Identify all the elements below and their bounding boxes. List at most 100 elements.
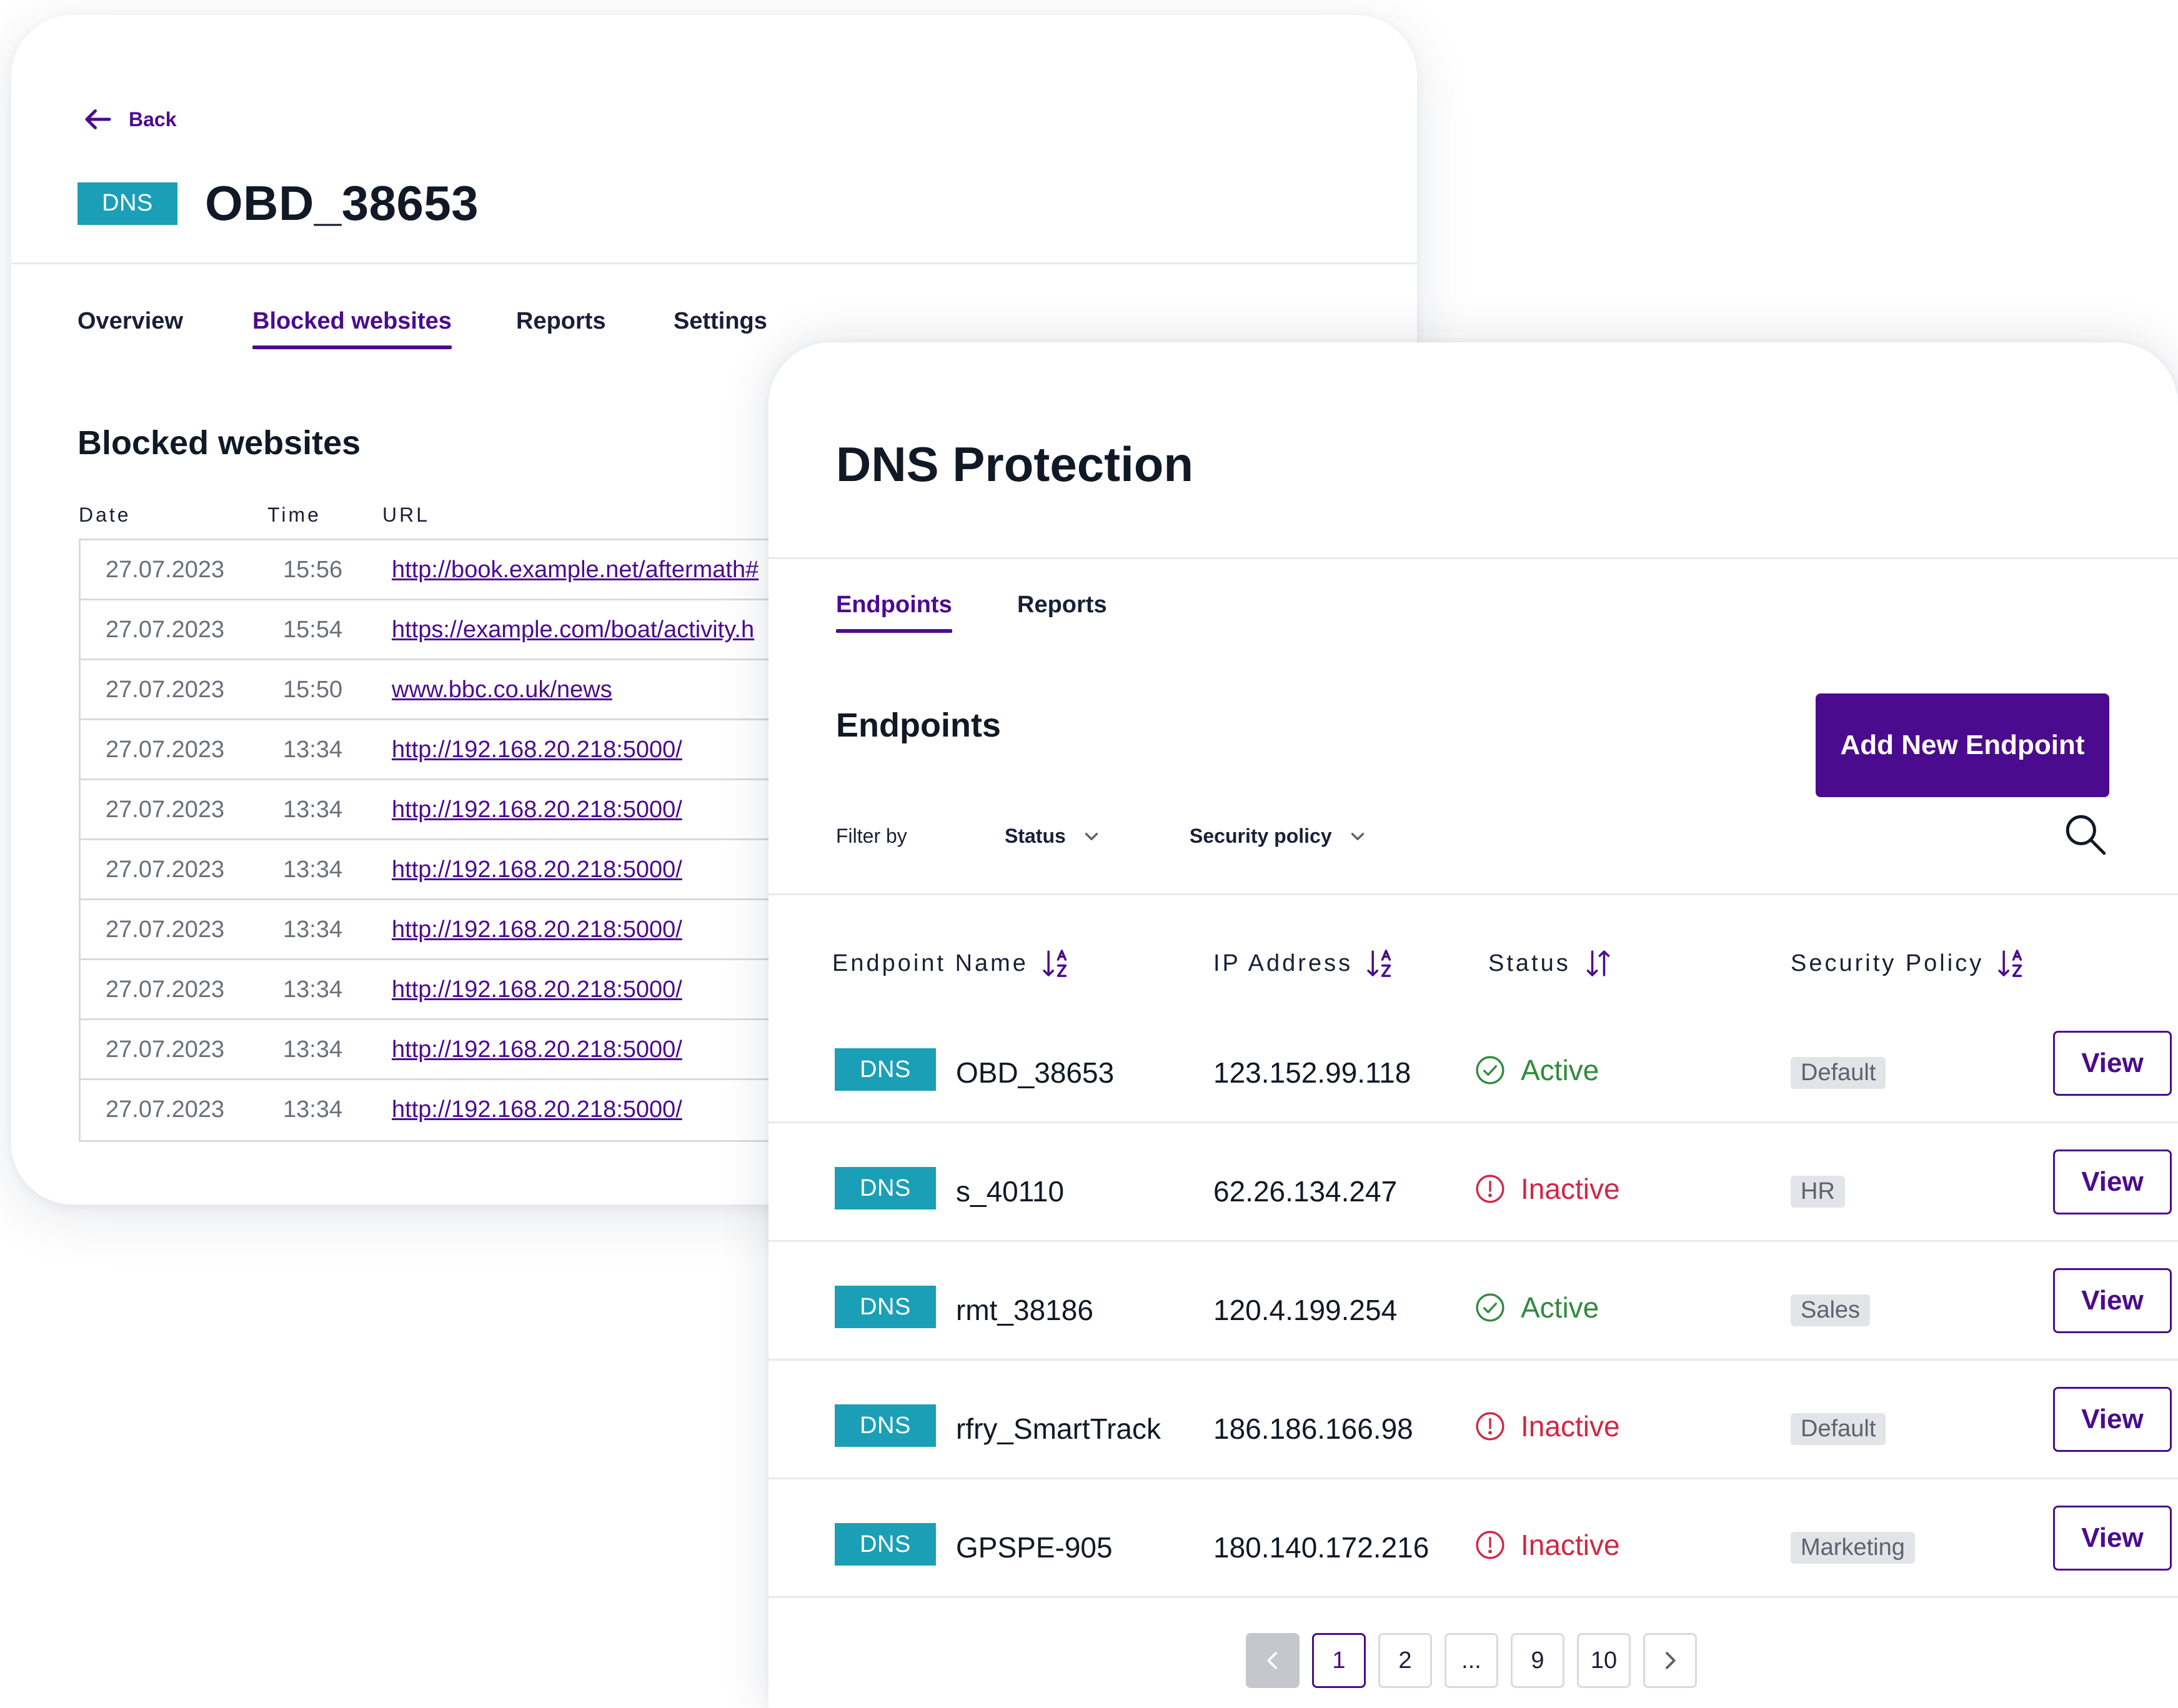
status-filter-label: Status [1005,825,1066,847]
view-button[interactable]: View [2053,1149,2172,1214]
security-policy-filter-label: Security policy [1190,825,1332,847]
status-label: Inactive [1521,1529,1620,1561]
row-date: 27.07.2023 [106,557,225,583]
table-divider [768,893,2178,895]
table-row: 27.07.2023 13:34 http://192.168.20.218:5… [81,840,866,900]
endpoint-name: OBD_38653 [956,1056,1115,1089]
status-cell: Active [1474,1291,1599,1324]
pagination-page-button[interactable]: 2 [1378,1633,1432,1688]
endpoint-ip: 186.186.166.98 [1213,1413,1413,1445]
row-time: 13:34 [283,916,343,943]
table-row: 27.07.2023 13:34 http://192.168.20.218:5… [81,960,866,1020]
row-date: 27.07.2023 [106,1096,225,1123]
back-link[interactable]: Back [81,102,177,136]
row-date: 27.07.2023 [106,677,225,703]
status-cell: Inactive [1474,1409,1620,1443]
row-url-link[interactable]: http://192.168.20.218:5000/ [392,1036,682,1063]
row-time: 13:34 [283,976,343,1003]
chevron-left-icon [1267,1652,1277,1669]
pagination-next-button[interactable] [1643,1633,1697,1688]
arrow-left-icon [85,109,111,129]
table-row: 27.07.2023 13:34 http://192.168.20.218:5… [81,900,866,960]
row-url-link[interactable]: http://192.168.20.218:5000/ [392,976,682,1003]
check-circle-icon [1476,1056,1504,1085]
status-filter-dropdown[interactable]: Status [1005,825,1102,848]
column-header-ip-address[interactable]: IP Address [1213,947,1395,980]
page-title-row: DNS OBD_38653 [77,175,479,232]
tab-reports[interactable]: Reports [1017,592,1107,618]
security-policy-tag: Default [1791,1413,1886,1445]
row-url-link[interactable]: http://192.168.20.218:5000/ [392,797,682,823]
security-policy-tag: Default [1791,1057,1886,1089]
dns-badge: DNS [835,1286,936,1328]
table-row: DNS GPSPE-905 180.140.172.216 Inactive M… [768,1479,2178,1598]
view-button[interactable]: View [2053,1268,2172,1333]
security-policy-filter-dropdown[interactable]: Security policy [1190,825,1368,848]
tab-settings[interactable]: Settings [674,308,767,335]
column-header-label: IP Address [1213,950,1353,976]
endpoint-ip: 180.140.172.216 [1213,1531,1430,1564]
tab-reports[interactable]: Reports [516,308,606,335]
row-url-link[interactable]: www.bbc.co.uk/news [392,677,612,703]
chevron-down-icon [1085,832,1098,840]
dns-badge: DNS [835,1048,936,1091]
security-policy-tag: Marketing [1791,1532,1915,1564]
search-icon[interactable] [2062,811,2108,857]
status-cell: Active [1474,1053,1599,1087]
status-label: Inactive [1521,1173,1620,1205]
dns-badge: DNS [835,1404,936,1447]
add-new-endpoint-button[interactable]: Add New Endpoint [1816,693,2109,797]
endpoint-ip: 123.152.99.118 [1213,1056,1411,1089]
view-button[interactable]: View [2053,1031,2172,1096]
endpoints-heading: Endpoints [836,707,1001,744]
column-header-label: Status [1488,950,1571,976]
check-circle-icon [1476,1293,1504,1322]
column-header-label: Endpoint Name [832,950,1028,976]
pagination-prev-button[interactable] [1246,1633,1300,1688]
tab-blocked-websites[interactable]: Blocked websites [252,308,452,349]
tab-endpoints[interactable]: Endpoints [836,592,952,633]
row-url-link[interactable]: http://192.168.20.218:5000/ [392,856,682,883]
row-time: 13:34 [283,1096,343,1123]
table-row: DNS rmt_38186 120.4.199.254 Active Sales… [768,1242,2178,1361]
detail-tabs: Overview Blocked websites Reports Settin… [11,262,1417,349]
row-date: 27.07.2023 [106,856,225,883]
column-header-endpoint-name[interactable]: Endpoint Name [832,947,1071,980]
pagination-page-button[interactable]: 1 [1312,1633,1366,1688]
chevron-right-icon [1666,1652,1676,1669]
dns-protection-title: DNS Protection [836,437,1194,492]
pagination-page-button[interactable]: 10 [1577,1633,1631,1688]
column-header-security-policy[interactable]: Security Policy [1791,947,2026,980]
tab-overview[interactable]: Overview [77,308,183,335]
filter-by-label: Filter by [836,825,907,847]
status-label: Inactive [1521,1410,1620,1442]
row-date: 27.07.2023 [106,1036,225,1063]
table-row: 27.07.2023 13:34 http://192.168.20.218:5… [81,1080,866,1140]
column-header-status[interactable]: Status [1488,947,1613,980]
row-date: 27.07.2023 [106,976,225,1003]
row-url-link[interactable]: http://192.168.20.218:5000/ [392,737,682,763]
dns-badge: DNS [835,1167,936,1209]
row-date: 27.07.2023 [106,916,225,943]
table-row: 27.07.2023 13:34 http://192.168.20.218:5… [81,780,866,840]
view-button[interactable]: View [2053,1387,2172,1452]
row-time: 15:50 [283,677,343,703]
table-row: 27.07.2023 13:34 http://192.168.20.218:5… [81,720,866,780]
security-policy-tag: HR [1791,1176,1845,1208]
endpoint-name: s_40110 [956,1175,1065,1208]
pagination-page-button[interactable]: 9 [1511,1633,1564,1688]
dns-badge: DNS [835,1523,936,1566]
table-row: 27.07.2023 15:50 www.bbc.co.uk/news [81,660,866,720]
view-button[interactable]: View [2053,1506,2172,1571]
row-url-link[interactable]: https://example.com/boat/activity.h [392,617,754,643]
sort-alpha-icon [1043,950,1067,977]
table-row: DNS rfry_SmartTrack 186.186.166.98 Inact… [768,1361,2178,1479]
row-time: 13:34 [283,797,343,823]
endpoint-name: rmt_38186 [956,1294,1093,1326]
row-url-link[interactable]: http://192.168.20.218:5000/ [392,916,682,943]
status-label: Active [1521,1054,1599,1086]
chevron-down-icon [1351,832,1364,840]
row-url-link[interactable]: http://192.168.20.218:5000/ [392,1096,682,1123]
table-row: DNS s_40110 62.26.134.247 Inactive HR Vi… [768,1123,2178,1242]
row-url-link[interactable]: http://book.example.net/aftermath# [392,557,758,583]
